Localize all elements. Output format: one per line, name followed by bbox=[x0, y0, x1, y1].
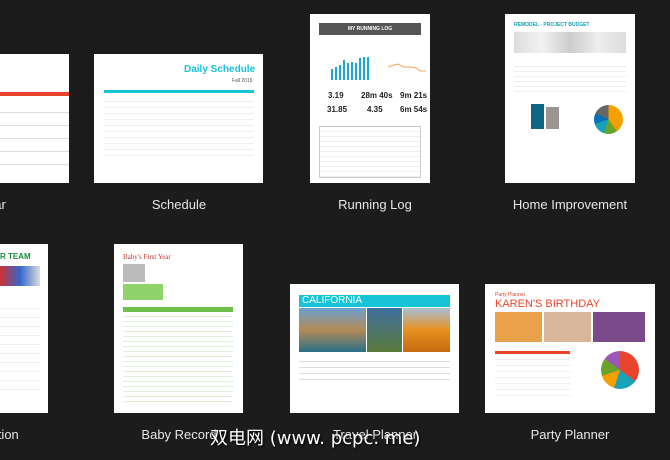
budget-title: REMODEL - PROJECT BUDGET bbox=[514, 22, 590, 28]
schedule-title: Daily Schedule bbox=[184, 64, 256, 75]
schedule-subtitle: Fall 2016 bbox=[232, 78, 253, 84]
stat: 9m 21s bbox=[400, 91, 428, 100]
running-log-title: MY RUNNING LOG bbox=[319, 23, 421, 35]
template-party-planner[interactable]: Party Planner KAREN'S BIRTHDAY bbox=[485, 284, 655, 413]
budget-table bbox=[514, 62, 626, 96]
template-home-improvement[interactable]: REMODEL - PROJECT BUDGET bbox=[505, 14, 635, 183]
template-team-organization[interactable]: R TEAM bbox=[0, 244, 48, 413]
template-calendar[interactable] bbox=[0, 54, 69, 183]
pie-chart bbox=[594, 105, 623, 134]
sketch-images bbox=[514, 32, 626, 53]
stat: 28m 40s bbox=[361, 91, 393, 100]
stat: 3.19 bbox=[328, 91, 344, 100]
schedule-grid bbox=[104, 96, 254, 160]
calendar-grid bbox=[0, 100, 69, 170]
template-travel-planner[interactable]: CALIFORNIA bbox=[290, 284, 459, 413]
stat: 6m 54s bbox=[400, 105, 428, 114]
template-label-home-improvement: Home Improvement bbox=[512, 197, 628, 212]
template-label-running-log: Running Log bbox=[338, 197, 412, 212]
stat: 31.85 bbox=[327, 105, 348, 114]
template-label-party-planner: Party Planner bbox=[530, 427, 610, 442]
template-baby-record[interactable]: Baby's First Year bbox=[114, 244, 243, 413]
template-label-schedule: Schedule bbox=[151, 197, 207, 212]
party-pie-chart bbox=[601, 351, 639, 389]
calendar-header-bar bbox=[0, 92, 69, 96]
schedule-header bbox=[104, 90, 254, 93]
stat: 4.35 bbox=[367, 105, 383, 114]
watermark: 双电网 (www. pcpc. me) bbox=[210, 428, 421, 449]
template-running-log[interactable]: MY RUNNING LOG 3.19 28m 40s 9m 21s 31.85… bbox=[310, 14, 430, 183]
travel-title: CALIFORNIA bbox=[299, 295, 450, 307]
team-title: R TEAM bbox=[0, 252, 31, 261]
party-title: KAREN'S BIRTHDAY bbox=[495, 298, 600, 310]
running-table bbox=[319, 126, 421, 178]
template-schedule[interactable]: Daily Schedule Fall 2016 bbox=[94, 54, 263, 183]
baby-title: Baby's First Year bbox=[123, 253, 171, 261]
pace-line-chart bbox=[388, 63, 426, 72]
